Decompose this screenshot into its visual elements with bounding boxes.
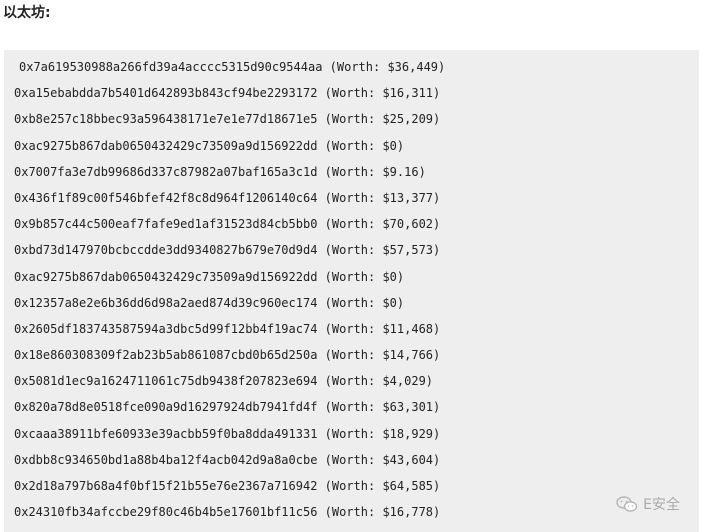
address-line: 0x18e860308309f2ab23b5ab861087cbd0b65d25…	[14, 348, 441, 363]
address-line: 0xbd73d147970bcbccdde3dd9340827b679e70d9…	[14, 243, 441, 258]
address-line: 0xac9275b867dab0650432429c73509a9d156922…	[14, 138, 405, 153]
address-line: 0xcaaa38911bfe60933e39acbb59f0ba8dda4913…	[14, 426, 441, 441]
address-code-block: 0x7a619530988a266fd39a4acccc5315d90c9544…	[4, 50, 699, 532]
address-line: 0x2605df183743587594a3dbc5d99f12bb4f19ac…	[14, 321, 441, 336]
address-line: 0xdbb8c934650bd1a88b4ba12f4acb042d9a8a0c…	[14, 452, 441, 467]
address-line: 0x9b857c44c500eaf7fafe9ed1af31523d84cb5b…	[14, 217, 441, 232]
address-line: 0x12357a8e2e6b36dd6d98a2aed874d39c960ec1…	[14, 295, 405, 310]
address-line: 0xac9275b867dab0650432429c73509a9d156922…	[14, 269, 405, 284]
address-line: 0x7007fa3e7db99686d337c87982a07baf165a3c…	[14, 164, 426, 179]
watermark-text: E安全	[643, 497, 680, 513]
address-line: 0xa15ebabdda7b5401d642893b843cf94be22931…	[14, 86, 441, 101]
address-line: 0xb8e257c18bbec93a596438171e7e1e77d18671…	[14, 112, 441, 127]
address-line: 0x7a619530988a266fd39a4acccc5315d90c9544…	[19, 60, 446, 74]
wechat-icon	[616, 495, 638, 513]
watermark: E安全	[616, 494, 680, 514]
address-line: 0x820a78d8e0518fce090a9d16297924db7941fd…	[14, 400, 441, 415]
address-line: 0x2d18a797b68a4f0bf15f21b55e76e2367a7169…	[14, 479, 441, 493]
address-line: 0x5081d1ec9a1624711061c75db9438f207823e6…	[14, 374, 434, 389]
section-heading: 以太坊:	[3, 5, 51, 21]
address-line: 0x436f1f89c00f546bfef42f8c8d964f1206140c…	[14, 190, 441, 205]
address-line: 0x24310fb34afccbe29f80c46b4b5e17601bf11c…	[14, 505, 441, 520]
